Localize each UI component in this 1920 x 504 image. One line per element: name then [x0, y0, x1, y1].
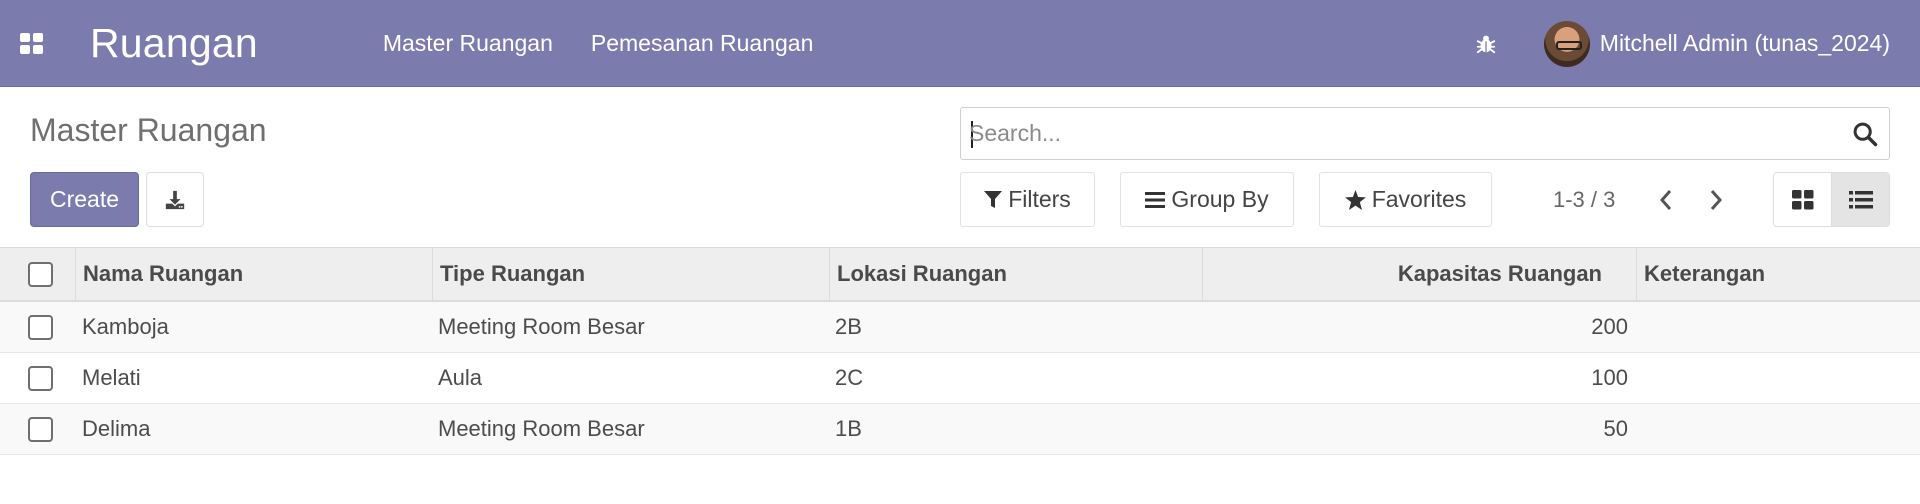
user-avatar[interactable]	[1543, 20, 1590, 67]
control-panel: Master Ruangan Create Filters Group By F…	[0, 87, 1920, 247]
bug-icon[interactable]	[1472, 30, 1500, 58]
table-row[interactable]: Kamboja Meeting Room Besar 2B 200	[0, 302, 1920, 353]
cell-kapasitas-ruangan: 50	[1603, 416, 1628, 441]
cell-nama-ruangan: Delima	[82, 416, 151, 441]
user-menu[interactable]: Mitchell Admin (tunas_2024)	[1600, 30, 1890, 57]
kanban-view-button[interactable]	[1774, 173, 1831, 226]
chevron-left-icon	[1659, 190, 1672, 210]
cell-tipe-ruangan: Meeting Room Besar	[438, 416, 645, 441]
list-view-button[interactable]	[1831, 173, 1889, 226]
column-header-tipe-ruangan[interactable]: Tipe Ruangan	[440, 248, 585, 300]
search-icon[interactable]	[1851, 120, 1879, 148]
records-table: Nama Ruangan Tipe Ruangan Lokasi Ruangan…	[0, 247, 1920, 455]
column-header-nama-ruangan[interactable]: Nama Ruangan	[83, 248, 243, 300]
group-by-button[interactable]: Group By	[1120, 172, 1294, 227]
pager-previous-button[interactable]	[1651, 184, 1681, 216]
row-checkbox[interactable]	[28, 417, 53, 442]
table-row[interactable]: Delima Meeting Room Besar 1B 50	[0, 404, 1920, 455]
favorites-button[interactable]: Favorites	[1319, 172, 1492, 227]
column-header-keterangan[interactable]: Keterangan	[1644, 248, 1765, 300]
apps-menu-icon[interactable]	[0, 0, 62, 87]
view-switcher	[1773, 172, 1890, 227]
table-row[interactable]: Melati Aula 2C 100	[0, 353, 1920, 404]
cell-nama-ruangan: Kamboja	[82, 314, 169, 339]
column-header-kapasitas-ruangan[interactable]: Kapasitas Ruangan	[1210, 248, 1602, 300]
export-download-button[interactable]	[146, 172, 204, 227]
menu-item-master-ruangan[interactable]: Master Ruangan	[364, 0, 572, 87]
column-header-lokasi-ruangan[interactable]: Lokasi Ruangan	[837, 248, 1007, 300]
create-button[interactable]: Create	[30, 172, 139, 227]
favorites-label: Favorites	[1371, 186, 1467, 212]
cell-lokasi-ruangan: 2B	[835, 314, 862, 339]
row-checkbox[interactable]	[28, 366, 53, 391]
download-icon	[165, 190, 185, 209]
pager-value[interactable]: 1-3 / 3	[1553, 187, 1615, 213]
star-icon	[1344, 189, 1366, 210]
app-title[interactable]: Ruangan	[90, 20, 258, 67]
filters-button[interactable]: Filters	[960, 172, 1095, 227]
cell-kapasitas-ruangan: 200	[1591, 314, 1628, 339]
pager-next-button[interactable]	[1701, 184, 1731, 216]
main-navbar: Ruangan Master Ruangan Pemesanan Ruangan…	[0, 0, 1920, 87]
filters-label: Filters	[1008, 186, 1071, 212]
search-input[interactable]	[969, 108, 1829, 159]
cell-kapasitas-ruangan: 100	[1591, 365, 1628, 390]
table-header: Nama Ruangan Tipe Ruangan Lokasi Ruangan…	[0, 247, 1920, 302]
list-view-icon	[1848, 190, 1873, 208]
search-bar	[960, 107, 1890, 160]
menu-item-pemesanan-ruangan[interactable]: Pemesanan Ruangan	[572, 0, 833, 87]
row-checkbox[interactable]	[28, 315, 53, 340]
cell-nama-ruangan: Melati	[82, 365, 141, 390]
list-icon	[1145, 191, 1166, 208]
select-all-checkbox[interactable]	[28, 262, 53, 287]
cell-tipe-ruangan: Aula	[438, 365, 483, 390]
group-by-label: Group By	[1171, 186, 1269, 212]
page-title: Master Ruangan	[30, 112, 267, 148]
kanban-icon	[1791, 189, 1813, 209]
cell-lokasi-ruangan: 1B	[835, 416, 862, 441]
filter-icon	[984, 190, 1003, 208]
cell-tipe-ruangan: Meeting Room Besar	[438, 314, 645, 339]
top-menu: Master Ruangan Pemesanan Ruangan	[364, 0, 833, 87]
cell-lokasi-ruangan: 2C	[835, 365, 864, 390]
chevron-right-icon	[1710, 190, 1723, 210]
